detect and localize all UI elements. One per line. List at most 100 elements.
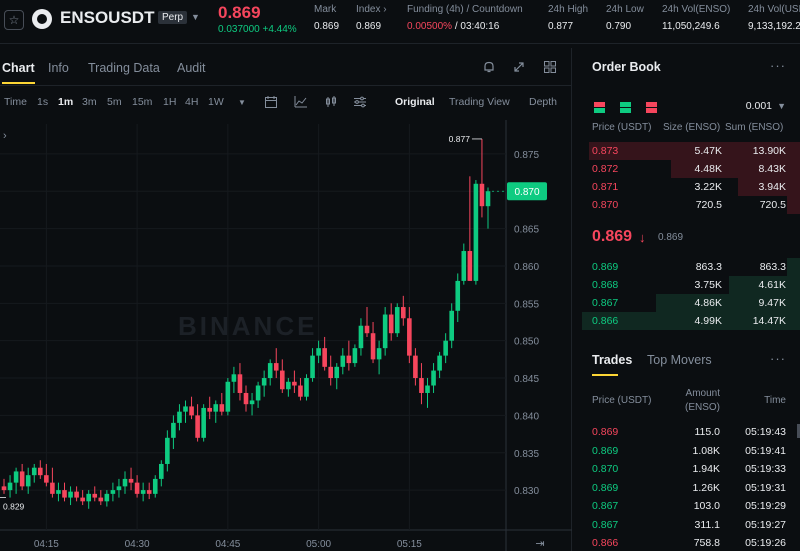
candle-body [286, 381, 291, 390]
trade-price: 0.867 [592, 518, 619, 531]
stat-label: 24h Vol(USD [748, 4, 800, 15]
mid-price: 0.869 [592, 228, 633, 245]
candle-body [358, 325, 364, 349]
candle-body [388, 314, 394, 334]
candle-body [116, 486, 122, 491]
stat-24h-high: 24h High 0.877 [548, 4, 588, 32]
candle-body [364, 325, 370, 334]
candle-body [437, 355, 442, 371]
candle-body [425, 385, 430, 393]
chart-style-icon[interactable] [324, 95, 338, 109]
y-tick-label: 0.865 [514, 225, 539, 236]
trade-time: 05:19:33 [745, 463, 786, 475]
candle-body [334, 366, 340, 379]
tab-chart[interactable]: Chart [2, 61, 35, 84]
candle-body [189, 406, 194, 416]
timeframe-4h[interactable]: 4H [185, 96, 198, 108]
tick-size-select[interactable]: 0.001 [746, 100, 772, 112]
binance-watermark: BINANCE [178, 311, 317, 341]
ask-price: 0.873 [592, 145, 619, 157]
timeframe-time[interactable]: Time [4, 96, 27, 108]
timeframe-5m[interactable]: 5m [107, 96, 122, 108]
trade-price: 0.870 [592, 463, 619, 475]
y-tick-label: 0.845 [514, 374, 539, 385]
candle-body [237, 374, 243, 393]
bids-only-view-icon[interactable] [620, 102, 632, 113]
chart-panel: Chart Info Trading Data Audit Time 1s 1m… [0, 48, 572, 551]
ask-row[interactable]: 0.872 4.48K 8.43K [578, 160, 800, 178]
ask-row[interactable]: 0.873 5.47K 13.90K [578, 142, 800, 160]
layout-grid-icon[interactable] [543, 60, 557, 74]
candle-body [31, 467, 37, 476]
favorite-star-icon[interactable]: ☆ [4, 10, 24, 30]
candle-body [328, 366, 333, 379]
tab-info[interactable]: Info [48, 61, 69, 75]
y-tick-label: 0.835 [514, 449, 539, 460]
trade-time: 05:19:43 [745, 426, 786, 438]
candle-body [340, 355, 346, 367]
bid-row[interactable]: 0.867 4.86K 9.47K [578, 294, 800, 312]
bid-row[interactable]: 0.866 4.99K 14.47K [578, 312, 800, 330]
candle-body [201, 407, 206, 438]
symbol-name[interactable]: ENSOUSDT [60, 8, 154, 28]
ask-row[interactable]: 0.871 3.22K 3.94K [578, 178, 800, 196]
calendar-settings-icon[interactable] [264, 95, 278, 109]
bid-row[interactable]: 0.869 863.3 863.3 [578, 258, 800, 276]
trade-price: 0.866 [592, 537, 619, 549]
indicator-icon[interactable] [294, 95, 308, 109]
more-options-icon[interactable]: ··· [770, 351, 786, 366]
ticker-bar: ☆ ENSOUSDT Perp ▼ 0.869 0.037000 +4.44% … [0, 0, 800, 44]
ask-row[interactable]: 0.870 720.5 720.5 [578, 196, 800, 214]
candle-body [98, 497, 104, 502]
stat-24h-vol-usd: 24h Vol(USD 9,133,192.2 [748, 4, 800, 32]
price-change-pct: +4.44% [262, 24, 297, 35]
candle-body [467, 251, 473, 281]
candle-body [7, 482, 13, 491]
stat-funding: Funding (4h) / Countdown 0.00500% / 03:4… [407, 4, 523, 32]
candle-body [152, 478, 158, 494]
asks-only-view-icon[interactable] [646, 102, 658, 113]
candlestick-chart[interactable]: BINANCE 0.8750.8700.8650.8600.8550.8500.… [0, 120, 572, 551]
timeframe-1h[interactable]: 1H [163, 96, 176, 108]
trade-time: 05:19:31 [745, 481, 786, 494]
timeframe-chevron-down-icon[interactable]: ▼ [238, 98, 246, 107]
y-axis: 0.875 0.870 0.865 0.860 0.855 0.850 0.845 0.840… [514, 150, 539, 497]
bid-price: 0.869 [592, 261, 619, 273]
collapse-chevron-icon[interactable]: › [3, 130, 7, 142]
bid-size: 863.3 [695, 261, 722, 273]
candle-body [80, 497, 85, 502]
tab-top-movers[interactable]: Top Movers [647, 353, 712, 367]
tab-audit[interactable]: Audit [177, 61, 206, 75]
timeframe-1m[interactable]: 1m [58, 96, 73, 108]
chevron-down-icon[interactable]: ▼ [191, 12, 200, 22]
timeframe-3m[interactable]: 3m [82, 96, 97, 108]
view-depth[interactable]: Depth [529, 96, 557, 108]
ask-price: 0.871 [592, 181, 619, 193]
y-tick-label: 0.860 [514, 262, 539, 273]
expand-icon[interactable] [512, 60, 526, 74]
timeframe-1s[interactable]: 1s [37, 96, 48, 108]
trade-time: 05:19:29 [745, 500, 786, 512]
ask-size: 5.47K [694, 145, 722, 157]
price-change-abs: 0.037000 [218, 24, 260, 35]
tab-trades[interactable]: Trades [592, 353, 632, 376]
scroll-to-latest-icon[interactable]: ⇥ [535, 538, 544, 550]
depth-bar [786, 258, 800, 276]
ask-size: 720.5 [695, 199, 722, 211]
timeframe-15m[interactable]: 15m [132, 96, 152, 108]
settings-sliders-icon[interactable] [353, 95, 367, 109]
x-tick-label: 04:30 [125, 539, 150, 550]
stat-index[interactable]: Index › 0.869 [356, 4, 387, 32]
timeframe-1w[interactable]: 1W [208, 96, 224, 108]
more-options-icon[interactable]: ··· [770, 58, 786, 73]
chevron-down-icon[interactable]: ▼ [777, 101, 786, 111]
both-sides-view-icon[interactable] [594, 102, 605, 113]
stat-mark: Mark 0.869 [314, 4, 339, 32]
tab-trading-data[interactable]: Trading Data [88, 61, 160, 75]
bid-row[interactable]: 0.868 3.75K 4.61K [578, 276, 800, 294]
candle-body [394, 307, 400, 334]
x-axis: 04:15 04:30 04:45 05:00 05:15 [34, 539, 422, 550]
view-original[interactable]: Original [395, 96, 435, 108]
view-trading-view[interactable]: Trading View [449, 96, 510, 108]
bell-icon[interactable] [482, 60, 496, 74]
